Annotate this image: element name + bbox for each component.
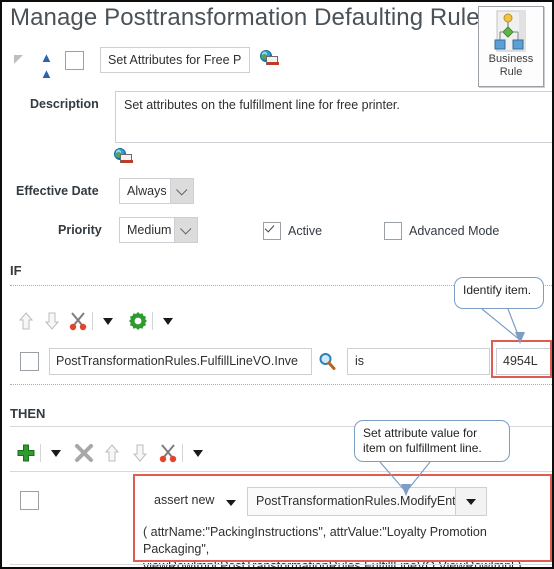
screenshot-frame: Manage Posttransformation Defaulting Rul… — [0, 0, 554, 569]
callout-set-attribute: Set attribute value for item on fulfillm… — [354, 420, 510, 462]
rule-editor-panel: Manage Posttransformation Defaulting Rul… — [2, 2, 552, 567]
callout-set-attribute-line2: item on fulfillment line. — [363, 441, 482, 455]
callout-set-attribute-line1: Set attribute value for — [363, 426, 478, 440]
callout-pointers — [379, 308, 525, 496]
